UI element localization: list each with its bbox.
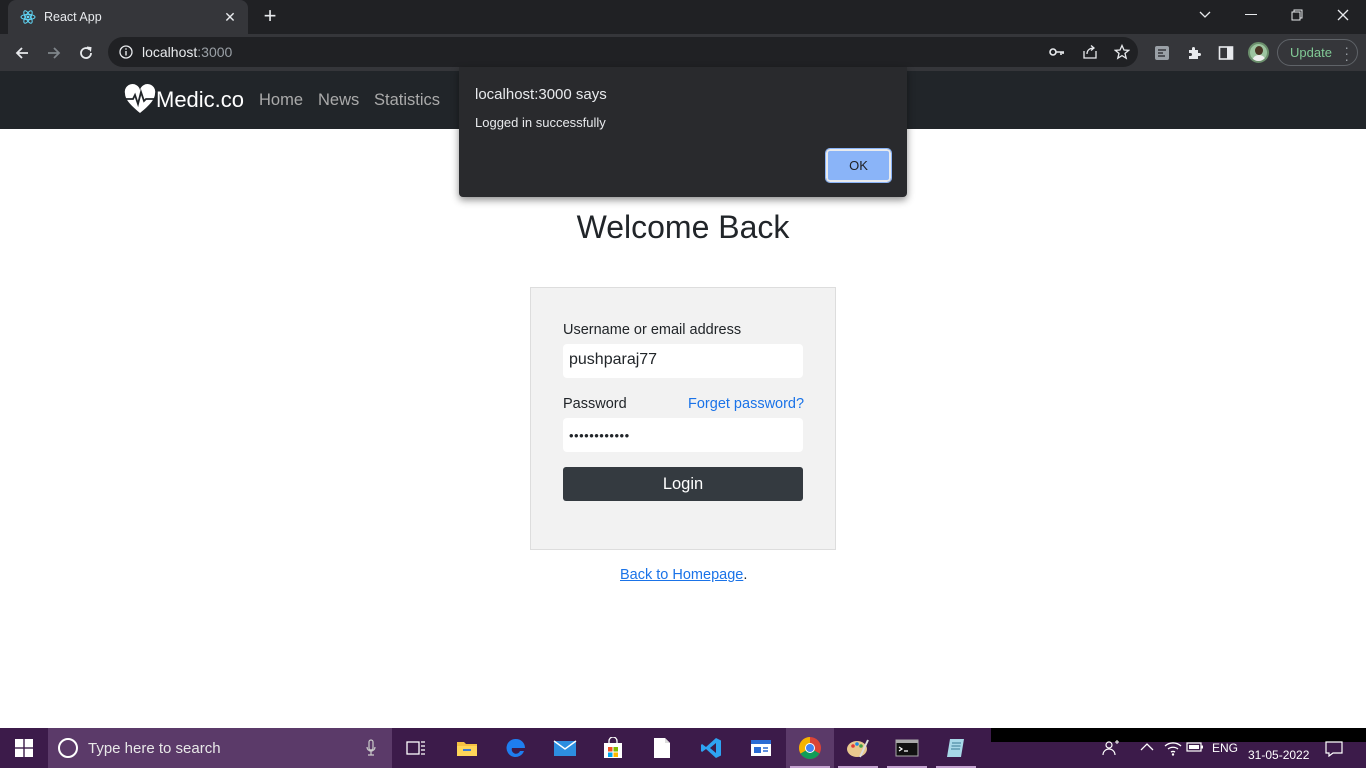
file-explorer-icon[interactable] [443, 728, 491, 768]
battery-icon[interactable] [1186, 741, 1204, 756]
back-suffix: . [743, 567, 748, 583]
edge-icon[interactable] [492, 728, 540, 768]
windows-taskbar: Type here to search ENG 31-05-2022 [0, 728, 1366, 768]
bookmark-star-icon[interactable] [1113, 43, 1131, 61]
nav-link-news[interactable]: News [318, 91, 359, 110]
password-label: Password [563, 396, 627, 412]
new-tab-button[interactable]: + [259, 5, 281, 28]
side-panel-icon[interactable] [1215, 42, 1237, 64]
back-to-homepage: Back to Homepage. [620, 567, 747, 583]
password-input[interactable]: •••••••••••• [563, 418, 803, 452]
store-icon[interactable] [589, 728, 637, 768]
taskbar-date[interactable]: 31-05-2022 [1248, 748, 1309, 762]
task-view-icon[interactable] [392, 728, 440, 768]
dialog-message: Logged in successfully [475, 115, 606, 130]
nav-link-statistics[interactable]: Statistics [374, 91, 440, 110]
tab-search-icon[interactable] [1182, 0, 1228, 30]
url-host: localhost [142, 44, 198, 60]
key-icon[interactable] [1048, 43, 1066, 61]
site-info-icon[interactable] [118, 44, 134, 60]
close-window-icon[interactable] [1320, 0, 1366, 30]
people-icon[interactable] [1102, 740, 1120, 759]
more-menu-icon[interactable]: · · · [1344, 40, 1349, 66]
share-icon[interactable] [1081, 43, 1099, 61]
puzzle-icon[interactable] [1183, 42, 1205, 64]
taskbar-search-box[interactable]: Type here to search [48, 728, 392, 768]
back-arrow-icon[interactable] [9, 40, 35, 66]
language-indicator[interactable]: ENG [1212, 741, 1238, 755]
profile-avatar[interactable] [1248, 42, 1269, 63]
tab-title: React App [44, 10, 102, 24]
extension-icon[interactable] [1151, 42, 1173, 64]
url-port: :3000 [197, 44, 233, 60]
login-button[interactable]: Login [563, 467, 803, 501]
chevron-up-icon[interactable] [1140, 741, 1154, 755]
app-window-icon[interactable] [737, 728, 785, 768]
windows-start-icon[interactable] [0, 728, 48, 768]
update-label: Update [1290, 45, 1332, 60]
forward-arrow-icon[interactable] [41, 40, 67, 66]
address-bar[interactable]: localhost:3000 [108, 37, 1138, 67]
vscode-icon[interactable] [687, 728, 735, 768]
chrome-icon[interactable] [786, 728, 834, 768]
brand-name: Medic.co [156, 87, 245, 112]
reload-icon[interactable] [73, 40, 99, 66]
browser-toolbar: localhost:3000 Update · · · [0, 34, 1366, 71]
microphone-icon[interactable] [366, 739, 376, 757]
browser-tab-strip: React App ✕ + [0, 0, 1366, 34]
dialog-ok-button[interactable]: OK [825, 148, 892, 183]
notification-icon[interactable] [1325, 741, 1343, 760]
terminal-icon[interactable] [883, 728, 931, 768]
wifi-icon[interactable] [1164, 740, 1182, 759]
paint-icon[interactable] [834, 728, 882, 768]
page-title: Welcome Back [576, 209, 790, 245]
restore-icon[interactable] [1274, 0, 1320, 30]
forgot-password-link[interactable]: Forget password? [688, 396, 804, 412]
react-icon [20, 10, 36, 24]
notepad-icon[interactable] [932, 728, 980, 768]
username-input[interactable]: pushparaj77 [563, 344, 803, 378]
dialog-title: localhost:3000 says [475, 86, 607, 103]
brand-logo[interactable]: Medic.co [124, 84, 244, 116]
mail-icon[interactable] [541, 728, 589, 768]
document-icon[interactable] [638, 728, 686, 768]
url-text: localhost:3000 [142, 44, 232, 60]
browser-tab[interactable]: React App ✕ [8, 0, 248, 34]
search-placeholder: Type here to search [88, 740, 221, 757]
tab-close-icon[interactable]: ✕ [222, 9, 238, 26]
login-form: Username or email address pushparaj77 Pa… [530, 287, 836, 550]
username-label: Username or email address [563, 322, 742, 338]
minimize-icon[interactable] [1228, 0, 1274, 30]
cortana-icon[interactable] [58, 738, 78, 758]
nav-link-home[interactable]: Home [259, 91, 303, 110]
heart-pulse-icon [124, 84, 156, 113]
alert-dialog: localhost:3000 says Logged in successful… [459, 67, 907, 197]
update-button[interactable]: Update · · · [1277, 39, 1358, 66]
back-to-homepage-link[interactable]: Back to Homepage [620, 567, 743, 583]
